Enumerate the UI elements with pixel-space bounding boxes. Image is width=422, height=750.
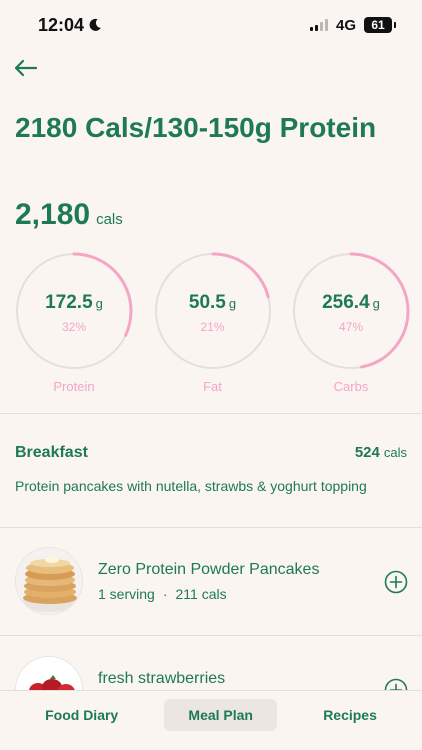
plus-circle-icon[interactable] bbox=[384, 570, 408, 594]
macro-value: 172.5 bbox=[45, 292, 93, 313]
meal-calories-value: 524 bbox=[354, 444, 380, 461]
total-calories-unit: cals bbox=[96, 211, 123, 228]
network-label: 4G bbox=[335, 16, 356, 34]
macro-percent: 32% bbox=[61, 320, 87, 334]
macro-value: 256.4 bbox=[322, 292, 370, 313]
back-button[interactable] bbox=[12, 55, 40, 81]
tab-food-diary[interactable]: Food Diary bbox=[21, 699, 142, 731]
macro-unit: g bbox=[372, 296, 380, 311]
status-time: 12:04 bbox=[38, 15, 102, 36]
time-text: 12:04 bbox=[38, 14, 85, 35]
meal-header[interactable]: Breakfast 524 cals bbox=[15, 444, 407, 462]
meal-name: Breakfast bbox=[15, 444, 88, 461]
macro-percent: 47% bbox=[338, 320, 364, 334]
meal-calories-unit: cals bbox=[383, 445, 407, 460]
separator-dot: · bbox=[162, 586, 168, 602]
back-arrow-icon bbox=[14, 59, 38, 77]
signal-icon bbox=[309, 19, 328, 31]
food-name: Zero Protein Powder Pancakes bbox=[98, 561, 320, 578]
tab-meal-plan[interactable]: Meal Plan bbox=[164, 698, 277, 731]
macro-carbs: 256.4 g 47% Carbs bbox=[292, 252, 410, 394]
macro-protein: 172.5 g 32% Protein bbox=[15, 252, 133, 394]
macro-unit: g bbox=[228, 296, 237, 311]
moon-icon bbox=[89, 18, 101, 31]
food-name: fresh strawberries bbox=[98, 670, 226, 687]
food-meta: 1 serving · 211 cals bbox=[98, 586, 227, 602]
macro-ring: 256.4 g 47% bbox=[292, 252, 410, 370]
macro-ring: 50.5 g 21% bbox=[154, 252, 272, 370]
section-divider bbox=[0, 635, 422, 636]
macro-label: Fat bbox=[203, 379, 222, 394]
status-indicators: 4G 61 bbox=[309, 16, 396, 34]
section-divider bbox=[0, 527, 422, 528]
food-item[interactable]: Zero Protein Powder Pancakes 1 serving ·… bbox=[0, 530, 422, 630]
macro-rings: 172.5 g 32% Protein 50.5 g 21% Fat 256.4… bbox=[15, 252, 410, 394]
battery-icon: 61 bbox=[364, 17, 396, 33]
food-calories: 211 cals bbox=[175, 586, 227, 602]
food-image-pancakes bbox=[15, 547, 83, 615]
macro-unit: g bbox=[95, 296, 103, 311]
total-calories: 2,180 cals bbox=[15, 198, 123, 232]
total-calories-value: 2,180 bbox=[15, 198, 91, 231]
tab-recipes[interactable]: Recipes bbox=[299, 699, 401, 731]
bottom-nav: Food Diary Meal Plan Recipes bbox=[0, 690, 422, 750]
macro-fat: 50.5 g 21% Fat bbox=[154, 252, 272, 394]
macro-ring: 172.5 g 32% bbox=[15, 252, 133, 370]
macro-label: Carbs bbox=[333, 379, 369, 394]
meal-description: Protein pancakes with nutella, strawbs &… bbox=[15, 478, 367, 494]
section-divider bbox=[0, 413, 422, 414]
macro-label: Protein bbox=[53, 379, 95, 394]
meal-calories: 524 cals bbox=[355, 444, 407, 461]
food-serving: 1 serving bbox=[98, 586, 155, 602]
page-title: 2180 Cals/130-150g Protein bbox=[15, 112, 377, 143]
macro-percent: 21% bbox=[200, 320, 225, 334]
status-bar: 12:04 4G 61 bbox=[0, 0, 422, 50]
macro-value: 50.5 bbox=[188, 292, 226, 313]
